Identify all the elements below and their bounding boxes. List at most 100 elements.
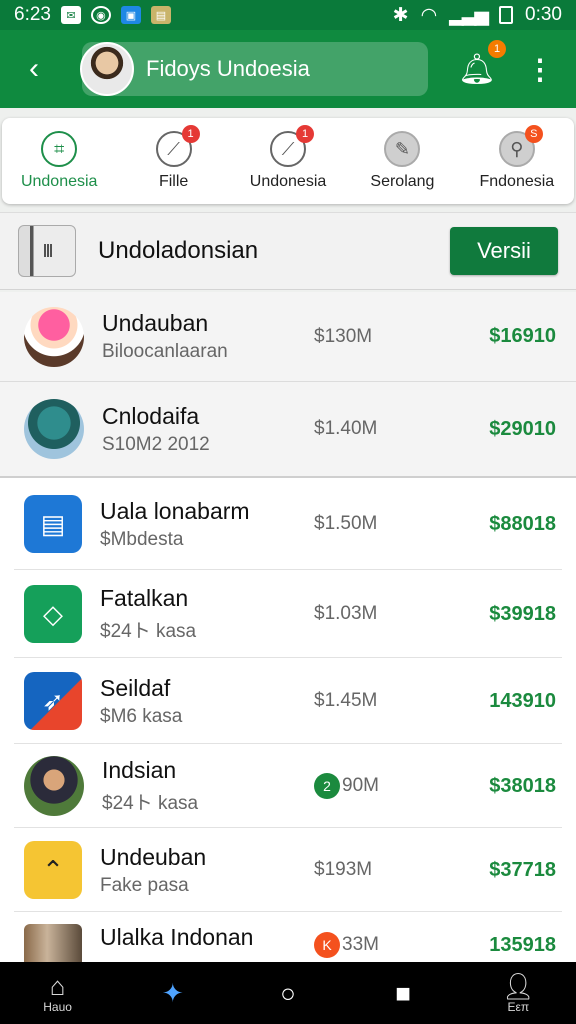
app-notification-icon: ▣	[120, 6, 141, 24]
tab-badge: S	[524, 125, 543, 143]
item-price: $1.40M	[314, 418, 378, 439]
list-item[interactable]: Ulalka Indonan K 33M 135918	[0, 912, 576, 968]
item-value: $16910	[489, 325, 556, 347]
status-clock: 0:30	[525, 4, 562, 25]
tab-label: Serolang	[370, 173, 435, 190]
tab-badge: 1	[181, 125, 200, 143]
notification-badge: 1	[488, 39, 506, 58]
square-icon: ■	[395, 978, 412, 1008]
item-name: Cnlodaifa	[102, 402, 200, 429]
item-value: $29010	[489, 417, 556, 440]
item-name: Ulalka Indonan	[100, 924, 254, 950]
tab-fndonesia[interactable]: ⚲ S Fndonesia	[460, 118, 574, 204]
list-item[interactable]: ◇ Fatalkan $24ト kasa $1.03M $39918	[0, 570, 576, 658]
section-header: III Undoladonsian Versii	[0, 212, 576, 290]
item-sub: $M6 kasa	[100, 705, 183, 727]
item-price: $1.50M	[314, 513, 378, 534]
item-price: 2 90M	[314, 773, 379, 799]
chevron-app-icon: ⌃	[24, 841, 82, 899]
list-item[interactable]: ⌃ Undeuban Fake pasa $193M $37718	[0, 828, 576, 912]
item-name: Uala lonabarm	[100, 497, 250, 524]
phone-icon: III	[18, 225, 76, 277]
item-value: $39918	[489, 602, 556, 625]
item-price: $193M	[314, 859, 373, 880]
category-tabs: ⌗ Undonesia ⟋ 1 Fille ⟋ 1 Undonesia ✎ Sero…	[2, 118, 574, 204]
list-item[interactable]: Indsian $24ト kasa 2 90M $38018	[0, 744, 576, 828]
arrow-app-icon: ➶	[24, 672, 82, 730]
diamond-app-icon: ◇	[24, 585, 82, 643]
tab-undonesia-2[interactable]: ⟋ 1 Undonesia	[231, 118, 345, 204]
bluetooth-icon: ✱	[392, 4, 409, 26]
nav-assistant[interactable]: ✦	[133, 979, 213, 1007]
building-thumbnail	[24, 924, 82, 964]
wifi-icon: ◠	[420, 4, 438, 26]
item-name: Fatalkan	[100, 585, 189, 611]
price-badge-icon: K	[314, 932, 340, 958]
nav-profile-label: Eεπ	[507, 1000, 530, 1014]
nav-recents[interactable]: ■	[363, 979, 443, 1007]
item-price: $130M	[314, 325, 373, 347]
camera-icon: ◉	[90, 6, 111, 24]
tab-undonesia-1[interactable]: ⌗ Undonesia	[2, 118, 116, 204]
home-icon: ⌂	[49, 971, 66, 1001]
more-options-button[interactable]: ⋮	[526, 53, 554, 86]
back-button[interactable]: ‹	[12, 52, 56, 86]
version-button[interactable]: Versii	[450, 227, 558, 275]
more-vert-icon: ⋮	[526, 53, 554, 85]
bottom-nav: ⌂ Hauo ✦ ○ ■ 👤︎ Eεπ	[0, 962, 576, 1024]
item-value: 135918	[489, 934, 556, 956]
tab-label: Fndonesia	[479, 173, 555, 190]
item-price: K 33M	[314, 932, 379, 958]
chevron-left-icon: ‹	[29, 52, 39, 85]
item-sub: $24ト kasa	[100, 621, 197, 642]
profile-title-pill[interactable]: Fidoys Undoesia	[80, 42, 428, 96]
tab-fille[interactable]: ⟋ 1 Fille	[116, 118, 230, 204]
status-time: 6:23	[14, 4, 51, 25]
notifications-button[interactable]: 🔔︎ 1	[458, 39, 506, 87]
assistant-icon: ✦	[161, 978, 184, 1008]
tab-label: Fille	[158, 173, 189, 190]
tab-serolang[interactable]: ✎ Serolang	[345, 118, 459, 204]
document-app-icon: ▤	[24, 495, 82, 553]
item-name: Undeuban	[100, 843, 207, 870]
item-price: $1.03M	[314, 603, 378, 624]
list-item[interactable]: ➶ Seildaf $M6 kasa $1.45M 143910	[0, 658, 576, 744]
item-name: Undauban	[102, 310, 209, 336]
mail-icon: ✉	[60, 6, 81, 24]
item-price: $1.45M	[314, 690, 378, 711]
item-list: Undauban Biloocanlaaran $130M $16910 Cnlo…	[0, 292, 576, 968]
tab-badge: 1	[296, 125, 315, 143]
section-title: Undoladonsian	[98, 237, 259, 264]
nav-home[interactable]: ⌂ Hauo	[18, 972, 98, 1014]
nav-circle[interactable]: ○	[248, 979, 328, 1007]
pencil-icon: ✎	[384, 131, 421, 167]
price-text: 90M	[342, 775, 379, 796]
item-value: $88018	[489, 512, 556, 535]
signal-icon: ▂▃▅	[449, 4, 489, 26]
person-avatar	[24, 399, 84, 459]
item-sub: Biloocanlaaran	[102, 341, 228, 362]
tab-label: Undonesia	[20, 173, 98, 190]
nav-profile[interactable]: 👤︎ Eεπ	[478, 972, 558, 1014]
person-icon: 👤︎	[501, 971, 535, 1001]
list-item[interactable]: Cnlodaifa S10M2 2012 $1.40M $29010	[0, 382, 576, 478]
flower-avatar	[24, 306, 84, 367]
item-name: Seildaf	[100, 674, 171, 701]
item-sub: Fake pasa	[100, 874, 189, 896]
list-item[interactable]: Undauban Biloocanlaaran $130M $16910	[0, 292, 576, 382]
page-title: Fidoys Undoesia	[146, 56, 310, 81]
item-value: $37718	[489, 858, 556, 881]
status-bar: 6:23 ✉ ◉ ▣ ▤ ✱ ◠ ▂▃▅ 0:30	[0, 0, 576, 30]
home-circle-icon: ○	[280, 978, 296, 1008]
avatar[interactable]	[80, 42, 134, 96]
list-item[interactable]: ▤ Uala lonabarm $Mbdesta $1.50M $88018	[0, 478, 576, 570]
slash-icon: ⟋ 1	[155, 125, 200, 167]
price-text: 33M	[342, 934, 379, 955]
person-avatar	[24, 756, 84, 816]
tab-label: Undonesia	[249, 173, 327, 190]
item-name: Indsian	[102, 757, 177, 783]
item-sub: S10M2 2012	[102, 433, 210, 455]
item-value: $38018	[489, 774, 556, 797]
nav-home-label: Hauo	[43, 1000, 72, 1014]
item-sub: $24ト kasa	[102, 793, 199, 814]
